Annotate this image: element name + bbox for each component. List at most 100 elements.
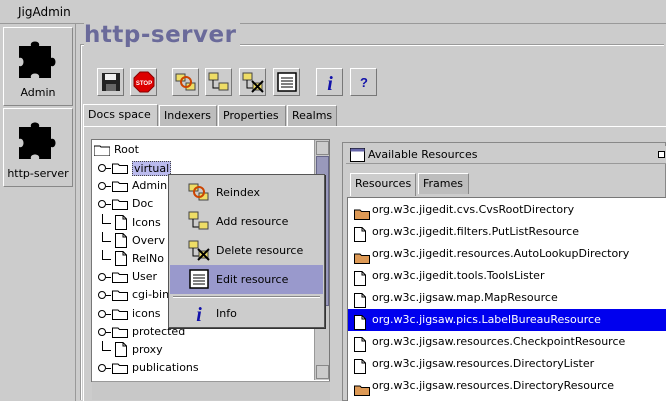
tree-connector — [102, 350, 111, 351]
folder-icon — [112, 272, 128, 284]
folder-icon — [354, 253, 370, 264]
floppy-disk-icon — [102, 73, 120, 91]
tree-connector — [106, 277, 111, 279]
file-icon — [354, 337, 366, 352]
stop-button[interactable]: STOP — [130, 68, 157, 96]
nav-admin-label: Admin — [20, 86, 56, 99]
stop-text: STOP — [136, 81, 152, 87]
resource-list-item[interactable]: org.w3c.jigedit.cvs.CvsRootDirectory — [348, 199, 666, 221]
expand-toggle-icon[interactable] — [98, 327, 106, 336]
tree-connector — [102, 250, 103, 259]
ctx-edit-resource-label: Edit resource — [216, 273, 289, 286]
menu-bar: JigAdmin — [0, 0, 666, 24]
add-folder-icon — [208, 72, 229, 91]
resource-list-item[interactable]: org.w3c.jigsaw.resources.CheckpointResou… — [348, 331, 666, 353]
resource-item-label: org.w3c.jigsaw.resources.DirectoryResour… — [372, 379, 615, 392]
file-icon — [354, 293, 366, 308]
ctx-reindex[interactable]: Reindex — [170, 178, 323, 207]
delete-folder-icon — [188, 240, 210, 261]
ctx-add-resource[interactable]: Add resource — [170, 207, 323, 236]
tree-item[interactable]: proxy — [91, 341, 313, 359]
tree-connector — [102, 222, 111, 224]
resource-item-label: org.w3c.jigsaw.resources.CheckpointResou… — [372, 335, 626, 348]
save-button[interactable] — [97, 68, 124, 96]
expand-toggle-icon[interactable] — [98, 164, 106, 172]
tree-item-label: publications — [132, 361, 199, 375]
stop-sign-icon: STOP — [133, 71, 155, 93]
tree-horizontal-scrollbar[interactable] — [92, 381, 330, 400]
tree-item-label: cgi-bin — [132, 288, 170, 302]
app-menu[interactable]: JigAdmin — [18, 5, 71, 19]
delete-resource-button[interactable] — [239, 68, 266, 96]
ctx-info[interactable]: i Info — [170, 299, 323, 328]
tab-realms[interactable]: Realms — [287, 105, 337, 126]
resource-list-item[interactable]: org.w3c.jigedit.filters.PutListResource — [348, 221, 666, 243]
folder-icon — [112, 181, 128, 193]
info-icon: i — [196, 304, 202, 324]
folder-icon — [112, 199, 128, 211]
file-icon — [354, 227, 366, 242]
resource-list-item[interactable]: org.w3c.jigsaw.resources.DirectoryLister — [348, 353, 666, 375]
add-resource-button[interactable] — [205, 68, 232, 96]
window-icon — [350, 148, 365, 162]
tree-connector — [102, 259, 111, 260]
reindex-folders-icon — [175, 73, 196, 91]
resource-list-item[interactable]: org.w3c.jigsaw.map.MapResource — [348, 287, 666, 309]
resources-window-title: Available Resources — [368, 148, 478, 161]
tab-resources[interactable]: Resources — [350, 173, 416, 196]
resource-list-item[interactable]: org.w3c.jigedit.resources.AutoLookupDire… — [348, 243, 666, 265]
edit-resource-button[interactable] — [273, 68, 300, 96]
resources-list[interactable]: org.w3c.jigedit.cvs.CvsRootDirectory org.… — [347, 197, 666, 401]
folder-icon — [354, 385, 370, 396]
tree-item-label: virtual — [132, 161, 172, 176]
tab-docs-space[interactable]: Docs space — [83, 104, 158, 127]
resource-list-item[interactable]: org.w3c.jigsaw.resources.DirectoryResour… — [348, 375, 666, 397]
resource-list-item[interactable]: org.w3c.jigedit.tools.ToolsLister — [348, 265, 666, 287]
tree-item-label: RelNo — [132, 252, 164, 265]
window-close-icon[interactable] — [658, 151, 665, 158]
tree-connector — [102, 240, 111, 242]
resource-item-label: org.w3c.jigedit.cvs.CvsRootDirectory — [372, 203, 575, 216]
ctx-info-label: Info — [216, 307, 237, 320]
resource-list-item[interactable]: org.w3c.jigsaw.pics.LabelBureauResource — [348, 309, 666, 331]
expand-toggle-icon[interactable] — [98, 200, 106, 209]
help-button[interactable]: ? — [350, 68, 377, 96]
scroll-down-arrow[interactable] — [316, 365, 329, 379]
file-icon — [115, 342, 127, 357]
ctx-delete-resource[interactable]: Delete resource — [170, 236, 323, 265]
tab-frames[interactable]: Frames — [418, 173, 469, 194]
expand-toggle-icon[interactable] — [98, 291, 106, 300]
expand-toggle-icon[interactable] — [98, 309, 106, 318]
ctx-edit-resource[interactable]: Edit resource — [170, 265, 323, 294]
resource-item-label: org.w3c.jigedit.filters.PutListResource — [372, 225, 580, 238]
expand-toggle-icon[interactable] — [98, 273, 106, 282]
scroll-up-arrow[interactable] — [316, 141, 329, 155]
help-icon: ? — [360, 75, 368, 90]
ctx-reindex-label: Reindex — [216, 186, 261, 199]
add-folder-icon — [188, 211, 209, 230]
tree-item-label: User — [132, 270, 158, 284]
tab-properties[interactable]: Properties — [218, 105, 286, 126]
ctx-add-resource-label: Add resource — [216, 215, 289, 228]
info-button[interactable]: i — [316, 68, 343, 96]
nav-admin-button[interactable]: Admin — [3, 27, 73, 106]
nav-http-server-button[interactable]: http-server — [3, 108, 73, 187]
tree-item[interactable]: publications — [91, 359, 313, 377]
reindex-button[interactable] — [172, 68, 199, 96]
reindex-folders-icon — [188, 183, 209, 201]
file-icon — [115, 214, 127, 230]
puzzle-piece-icon — [19, 41, 56, 78]
help-glyph: ? — [360, 75, 368, 90]
ctx-separator — [173, 296, 320, 298]
tree-item-label: icons — [132, 306, 161, 320]
puzzle-piece-icon — [19, 122, 56, 159]
expand-toggle-icon[interactable] — [98, 364, 106, 373]
svg-text:i: i — [196, 304, 202, 324]
delete-folder-icon — [242, 72, 264, 93]
resources-titlebar[interactable]: Available Resources — [346, 146, 666, 164]
tab-indexers[interactable]: Indexers — [159, 105, 217, 126]
file-icon — [115, 251, 127, 266]
expand-toggle-icon[interactable] — [98, 182, 106, 191]
tree-item-label: proxy — [132, 343, 163, 356]
tree-item-label: Icons — [132, 215, 161, 229]
